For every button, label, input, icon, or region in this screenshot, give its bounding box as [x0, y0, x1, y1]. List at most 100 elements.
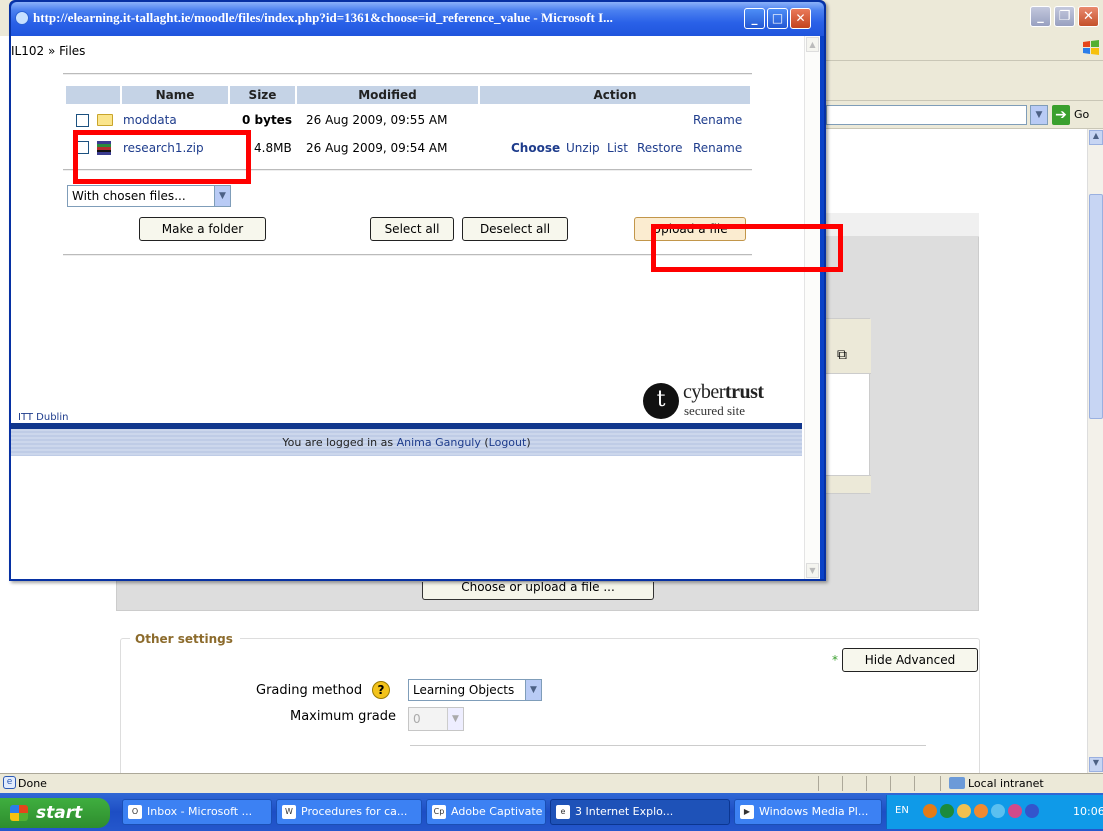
- column-header-size[interactable]: Size: [230, 86, 295, 104]
- unzip-link[interactable]: Unzip: [566, 140, 600, 156]
- required-star: *: [832, 653, 838, 667]
- choose-upload-button[interactable]: Choose or upload a file ...: [422, 582, 654, 600]
- cybertrust-name: cybertrust: [683, 381, 764, 403]
- windows-logo-icon: [10, 805, 28, 821]
- minimize-icon[interactable]: _: [1030, 6, 1051, 27]
- windows-logo-icon: [1080, 37, 1102, 59]
- highlight-box-file: [73, 130, 251, 184]
- security-zone: Local intranet: [968, 777, 1044, 790]
- restore-icon[interactable]: ❐: [1054, 6, 1075, 27]
- language-indicator[interactable]: EN: [895, 805, 909, 816]
- fullscreen-icon[interactable]: ⧉: [837, 347, 847, 363]
- divider: [410, 745, 926, 746]
- breadcrumb: IL102 » Files: [11, 44, 86, 58]
- intranet-icon: [949, 777, 965, 789]
- tray-icon[interactable]: [991, 804, 1005, 818]
- tray-icon[interactable]: [923, 804, 937, 818]
- login-info: You are logged in as Anima Ganguly (Logo…: [282, 436, 531, 449]
- tray-icon[interactable]: [974, 804, 988, 818]
- cybertrust-badge[interactable]: t cybertrust secured site: [643, 379, 801, 421]
- tray-icon[interactable]: [940, 804, 954, 818]
- column-header-name[interactable]: Name: [122, 86, 228, 104]
- popup-title: http://elearning.it-tallaght.ie/moodle/f…: [33, 10, 613, 25]
- scroll-thumb[interactable]: [1089, 194, 1103, 419]
- scroll-up-icon[interactable]: ▲: [806, 37, 819, 52]
- taskbar-item-outlook[interactable]: O Inbox - Microsoft ...: [122, 799, 272, 825]
- rename-link[interactable]: Rename: [693, 112, 742, 128]
- go-button[interactable]: Go: [1074, 108, 1089, 121]
- list-link[interactable]: List: [607, 140, 628, 156]
- file-name-link[interactable]: moddata: [123, 112, 177, 128]
- deselect-all-button[interactable]: Deselect all: [462, 217, 568, 241]
- scroll-up-icon[interactable]: ▲: [1089, 130, 1103, 145]
- file-size: 4.8MB: [254, 141, 292, 155]
- editor-statusbar: [826, 475, 871, 493]
- cybertrust-logo: t: [643, 383, 679, 419]
- divider: [63, 254, 752, 256]
- outlook-icon: O: [128, 805, 142, 819]
- tray-icon[interactable]: [1008, 804, 1022, 818]
- scroll-down-icon[interactable]: ▼: [806, 563, 819, 578]
- page-icon: e: [3, 776, 16, 789]
- file-modified: 26 Aug 2009, 09:55 AM: [306, 113, 448, 127]
- taskbar-item-word[interactable]: W Procedures for ca...: [276, 799, 422, 825]
- choose-link[interactable]: Choose: [511, 140, 560, 156]
- close-icon[interactable]: ✕: [1078, 6, 1099, 27]
- scroll-down-icon[interactable]: ▼: [1089, 757, 1103, 772]
- hide-advanced-button[interactable]: Hide Advanced: [842, 648, 978, 672]
- maximum-grade-select[interactable]: 0 ▼: [408, 707, 464, 731]
- select-all-button[interactable]: Select all: [370, 217, 454, 241]
- ie-icon: e: [556, 805, 570, 819]
- grading-method-select[interactable]: Learning Objects ▼: [408, 679, 542, 701]
- address-dropdown-icon[interactable]: ▼: [1030, 105, 1048, 125]
- maximize-icon[interactable]: □: [767, 8, 788, 29]
- popup-titlebar[interactable]: http://elearning.it-tallaght.ie/moodle/f…: [11, 2, 824, 36]
- rename-link[interactable]: Rename: [693, 140, 742, 156]
- file-size: 0 bytes: [242, 113, 292, 127]
- taskbar-item-internet-explorer[interactable]: e3 Internet Explo...: [550, 799, 730, 825]
- user-link[interactable]: Anima Ganguly: [397, 436, 481, 449]
- popup-scrollbar[interactable]: ▲ ▼: [804, 36, 820, 579]
- close-icon[interactable]: ✕: [790, 8, 811, 29]
- chevron-down-icon[interactable]: ▼: [214, 186, 230, 206]
- taskbar-item-media-player[interactable]: ▶ Windows Media Pl...: [734, 799, 882, 825]
- word-icon: W: [282, 805, 296, 819]
- logout-link[interactable]: Logout: [489, 436, 527, 449]
- with-chosen-files-select[interactable]: With chosen files... ▼: [67, 185, 231, 207]
- row-checkbox[interactable]: [76, 114, 89, 127]
- tray-icon[interactable]: [957, 804, 971, 818]
- background-menubar: [826, 36, 1103, 61]
- go-arrow-icon[interactable]: ➔: [1052, 105, 1070, 125]
- status-bar: e Done Local intranet: [0, 773, 1103, 793]
- taskbar: start O Inbox - Microsoft ... W Procedures…: [0, 793, 1103, 831]
- media-player-icon: ▶: [740, 805, 754, 819]
- highlight-box-upload: [651, 224, 843, 272]
- grading-method-label: Grading method: [256, 683, 363, 698]
- shield-icon[interactable]: [1025, 804, 1039, 818]
- address-bar: ▼ ➔ Go: [826, 101, 1103, 129]
- divider: [63, 73, 752, 75]
- background-toolbar: [826, 61, 1103, 101]
- captivate-icon: Cp: [432, 805, 446, 819]
- column-header-modified[interactable]: Modified: [297, 86, 478, 104]
- status-text: Done: [18, 777, 47, 790]
- start-button[interactable]: start: [0, 798, 110, 828]
- clock: 10:06: [1073, 805, 1103, 818]
- restore-link[interactable]: Restore: [637, 140, 683, 156]
- column-header-action[interactable]: Action: [480, 86, 750, 104]
- folder-icon: [97, 114, 113, 126]
- cybertrust-sub: secured site: [684, 403, 746, 418]
- taskbar-item-captivate[interactable]: Cp Adobe Captivate ...: [426, 799, 546, 825]
- background-scrollbar[interactable]: ▲ ▼: [1087, 129, 1103, 773]
- system-tray: EN 10:06: [886, 795, 1103, 829]
- file-modified: 26 Aug 2009, 09:54 AM: [306, 141, 448, 155]
- site-home-link[interactable]: ITT Dublin: [18, 412, 68, 423]
- chevron-down-icon[interactable]: ▼: [525, 680, 541, 700]
- editor-toolbar: ⧉: [826, 319, 871, 374]
- help-icon[interactable]: ?: [372, 681, 390, 699]
- minimize-icon[interactable]: _: [744, 8, 765, 29]
- ie-icon: [15, 11, 29, 25]
- chevron-down-icon: ▼: [447, 708, 463, 730]
- make-folder-button[interactable]: Make a folder: [139, 217, 266, 241]
- address-input[interactable]: [826, 105, 1027, 125]
